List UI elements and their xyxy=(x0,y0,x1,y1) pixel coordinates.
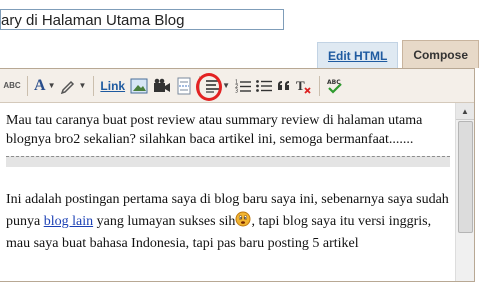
tab-compose[interactable]: Compose xyxy=(402,40,479,68)
body-paragraph: Ini adalah postingan pertama saya di blo… xyxy=(6,189,450,255)
scroll-up-button[interactable]: ▲ xyxy=(456,103,474,120)
toolbar-divider xyxy=(27,75,28,96)
bullet-list-icon xyxy=(256,79,272,92)
spellcheck-button[interactable]: ABC xyxy=(326,75,344,97)
numbered-list-icon: 1 2 3 xyxy=(235,79,251,93)
font-icon: A xyxy=(34,76,46,94)
insert-video-button[interactable] xyxy=(153,75,171,97)
chevron-down-icon: ▼ xyxy=(222,81,230,90)
insert-jump-break-button[interactable] xyxy=(176,75,192,97)
chevron-down-icon: ▼ xyxy=(78,81,87,90)
spellcheck-icon: ABC xyxy=(327,79,342,94)
vertical-scrollbar[interactable]: ▲ xyxy=(455,103,474,281)
numbered-list-button[interactable]: 1 2 3 xyxy=(235,75,251,97)
blockquote-button[interactable] xyxy=(277,75,291,97)
read-more-divider xyxy=(6,156,450,167)
post-editor: ABC A ▼ ▼ Link ▼ 1 2 3 T ABC Mau tau car… xyxy=(0,68,475,282)
text-color-button[interactable]: ▼ xyxy=(60,75,86,97)
svg-text:T: T xyxy=(296,78,305,93)
tab-edit-html[interactable]: Edit HTML xyxy=(316,42,399,68)
insert-image-button[interactable] xyxy=(130,75,148,97)
intro-paragraph: Mau tau caranya buat post review atau su… xyxy=(6,113,423,147)
remove-formatting-button[interactable]: T xyxy=(296,75,312,97)
toolbar-divider xyxy=(319,75,320,96)
image-icon xyxy=(130,78,148,93)
toolbar-divider xyxy=(93,75,95,96)
spellcheck-small-button[interactable]: ABC xyxy=(3,75,20,97)
bullet-list-button[interactable] xyxy=(256,75,272,97)
svg-text:3: 3 xyxy=(235,88,238,93)
body-text-middle: yang lumayan sukses sih xyxy=(93,214,236,229)
font-button[interactable]: A ▼ xyxy=(34,75,55,97)
highlight-circle xyxy=(196,73,222,101)
video-icon xyxy=(154,78,171,92)
quote-icon xyxy=(278,80,289,90)
jump-break-icon xyxy=(177,77,191,94)
clear-formatting-icon: T xyxy=(296,78,311,94)
post-body[interactable]: Mau tau caranya buat post review atau su… xyxy=(0,103,456,281)
editor-mode-tabs: Edit HTML Compose xyxy=(313,40,479,68)
pencil-icon xyxy=(61,80,75,94)
smiley-icon xyxy=(235,211,251,227)
blog-lain-link[interactable]: blog lain xyxy=(44,214,93,229)
formatting-toolbar: ABC A ▼ ▼ Link ▼ 1 2 3 T ABC xyxy=(0,69,474,103)
scrollbar-thumb[interactable] xyxy=(458,121,473,233)
post-title-input[interactable]: ary di Halaman Utama Blog xyxy=(0,9,284,30)
chevron-down-icon: ▼ xyxy=(47,81,56,90)
link-button[interactable]: Link xyxy=(100,75,125,97)
